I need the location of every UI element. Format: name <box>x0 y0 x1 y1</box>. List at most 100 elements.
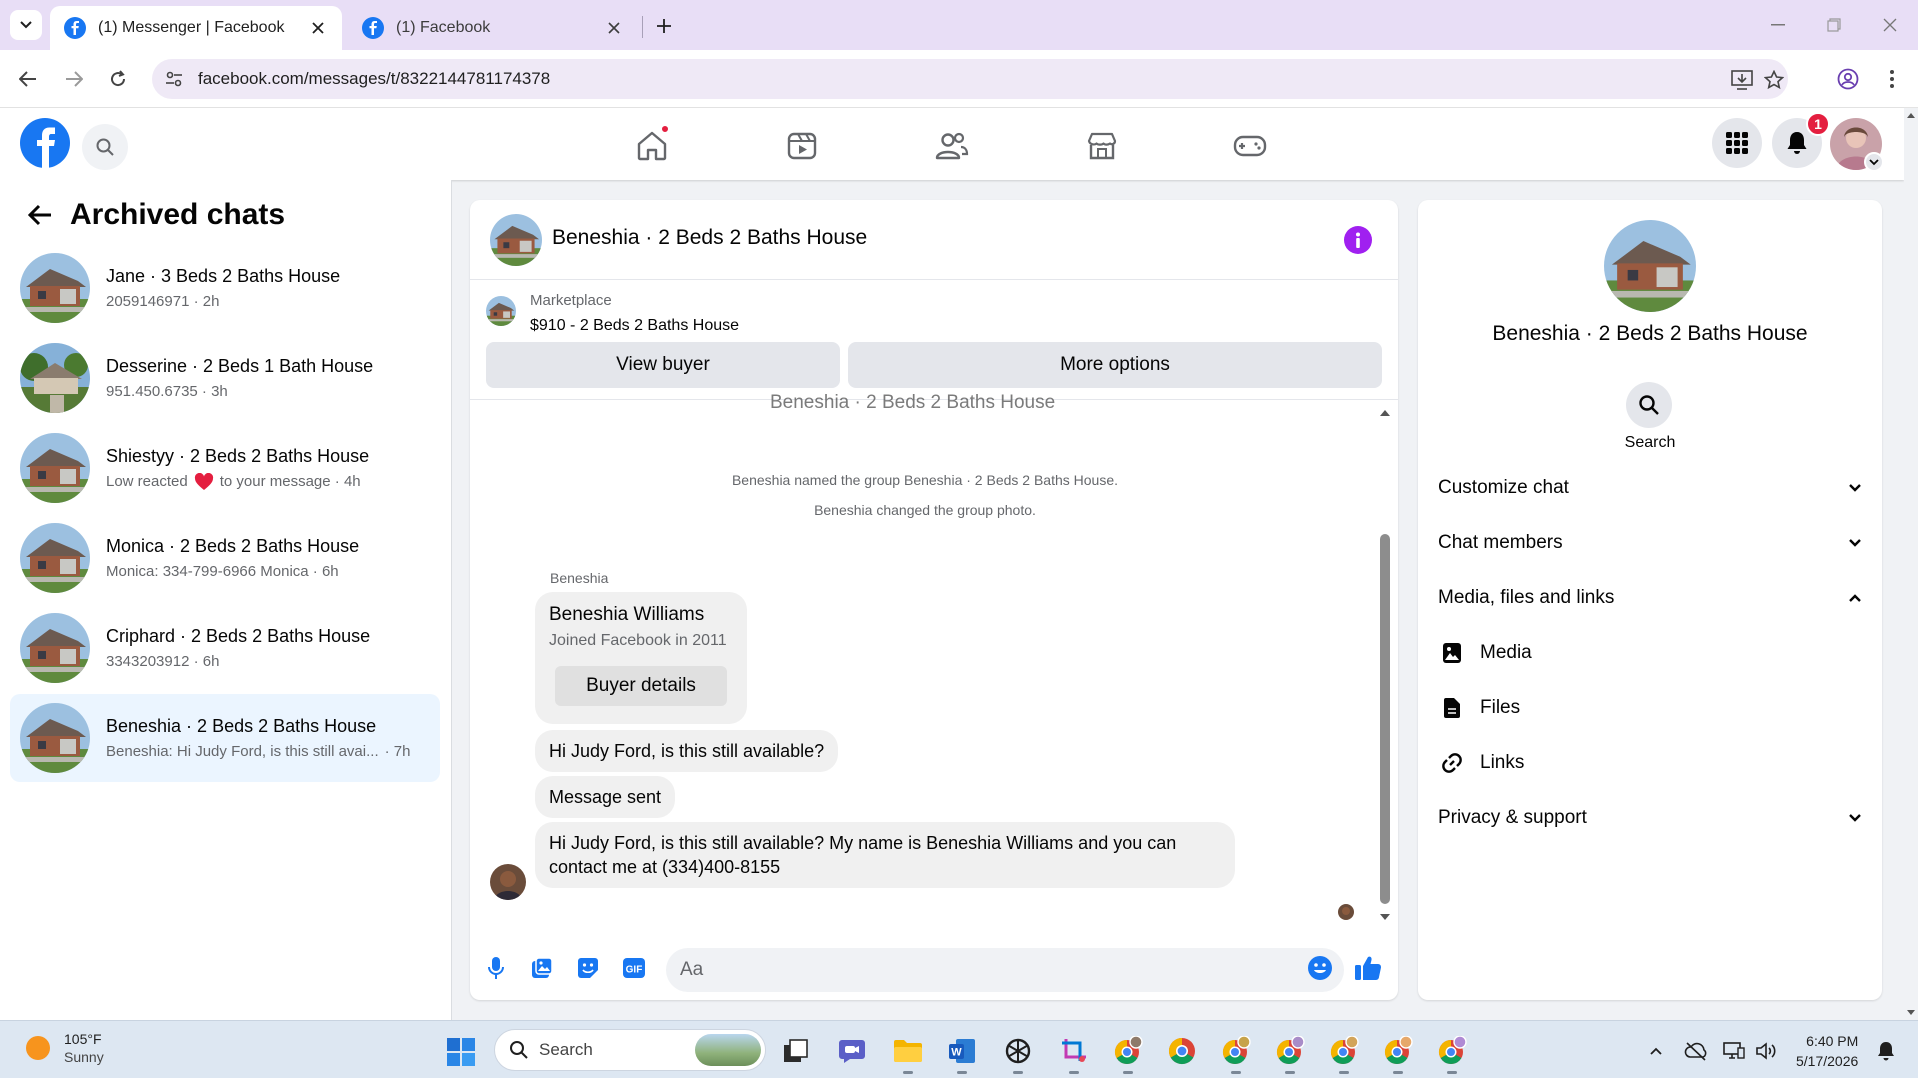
chevron-up-icon <box>1849 594 1861 602</box>
chrome-profile-icon[interactable] <box>1328 1035 1360 1067</box>
restore-button[interactable] <box>1814 10 1854 40</box>
account-chevron-icon[interactable] <box>1864 152 1884 172</box>
privacy-support-section[interactable]: Privacy & support <box>1438 798 1862 838</box>
reload-button[interactable] <box>104 65 132 93</box>
chat-members-section[interactable]: Chat members <box>1438 523 1862 563</box>
notification-center-icon[interactable] <box>1874 1039 1898 1063</box>
sidebar-title: Archived chats <box>70 198 286 231</box>
menu-button[interactable] <box>1712 118 1762 168</box>
close-window-button[interactable] <box>1870 10 1910 40</box>
chat-item[interactable]: Jane · 3 Beds 2 Baths House 2059146971 ·… <box>10 244 440 332</box>
running-indicator <box>1123 1071 1133 1074</box>
chat-item[interactable]: Monica · 2 Beds 2 Baths House Monica: 33… <box>10 514 440 602</box>
tab-close-icon[interactable] <box>604 18 624 38</box>
browser-menu-icon[interactable] <box>1878 65 1906 93</box>
facebook-search-button[interactable] <box>82 124 128 170</box>
chrome-profile-icon[interactable] <box>1274 1035 1306 1067</box>
site-settings-icon[interactable] <box>164 69 184 89</box>
media-files-links-section[interactable]: Media, files and links <box>1438 578 1862 618</box>
address-bar[interactable]: facebook.com/messages/t/8322144781174378 <box>152 59 1788 99</box>
conversation-info-button[interactable] <box>1344 226 1372 254</box>
nav-marketplace[interactable] <box>1082 126 1122 166</box>
facebook-logo-icon[interactable] <box>20 118 70 168</box>
taskbar-search[interactable]: Search <box>494 1029 766 1071</box>
chat-preview: Low reacted to your message · 4h <box>106 472 440 491</box>
bookmark-star-icon[interactable] <box>1762 68 1786 92</box>
teams-chat-icon[interactable] <box>836 1035 868 1067</box>
tab-separator <box>642 16 643 38</box>
tab-search-dropdown[interactable] <box>10 10 42 40</box>
chat-item[interactable]: Criphard · 2 Beds 2 Baths House 33432039… <box>10 604 440 692</box>
running-indicator <box>1339 1071 1349 1074</box>
browser-profile-icon[interactable] <box>1834 65 1862 93</box>
install-app-icon[interactable] <box>1730 68 1754 92</box>
chrome-icon[interactable] <box>1166 1035 1198 1067</box>
search-icon <box>96 138 114 156</box>
task-view-icon[interactable] <box>780 1035 812 1067</box>
gif-button[interactable]: GIF <box>620 954 648 982</box>
sender-avatar[interactable] <box>490 864 526 900</box>
buyer-details-button[interactable]: Buyer details <box>555 666 727 706</box>
media-item[interactable]: Media <box>1438 633 1862 673</box>
tab-facebook[interactable]: (1) Facebook <box>348 6 638 50</box>
running-indicator <box>903 1071 913 1074</box>
tab-close-icon[interactable] <box>308 18 328 38</box>
chrome-profile-icon[interactable] <box>1382 1035 1414 1067</box>
like-button[interactable] <box>1354 954 1382 982</box>
weather-widget[interactable]: 105°F Sunny <box>26 1031 104 1065</box>
sender-name: Beneshia <box>550 570 609 586</box>
sidebar-back-button[interactable] <box>22 197 58 233</box>
message-input[interactable] <box>666 948 1344 992</box>
word-icon[interactable]: W <box>946 1035 978 1067</box>
message-bubble: Message sent <box>535 776 676 818</box>
network-icon[interactable] <box>1722 1039 1746 1063</box>
customize-chat-section[interactable]: Customize chat <box>1438 468 1862 508</box>
forward-button[interactable] <box>60 65 88 93</box>
files-item[interactable]: Files <box>1438 688 1862 728</box>
show-hidden-icons[interactable] <box>1644 1039 1668 1063</box>
plus-icon <box>657 19 671 33</box>
browser-toolbar: facebook.com/messages/t/8322144781174378 <box>0 50 1918 108</box>
attach-photo-button[interactable] <box>528 954 556 982</box>
marketplace-listing: Marketplace $910 - 2 Beds 2 Baths House … <box>470 280 1398 400</box>
files-label: Files <box>1480 697 1521 718</box>
nav-video[interactable] <box>782 126 822 166</box>
page-scrollbar[interactable] <box>1904 108 1918 1020</box>
start-button[interactable] <box>446 1037 476 1067</box>
file-explorer-icon[interactable] <box>892 1035 924 1067</box>
gif-icon: GIF <box>623 958 645 978</box>
chatgpt-icon[interactable] <box>1002 1035 1034 1067</box>
nav-friends[interactable] <box>932 126 972 166</box>
chat-item-selected[interactable]: Beneshia · 2 Beds 2 Baths House Beneshia… <box>10 694 440 782</box>
temperature: 105°F <box>64 1031 102 1047</box>
chrome-profile-icon[interactable] <box>1220 1035 1252 1067</box>
conversation-avatar[interactable] <box>490 214 542 266</box>
emoji-button[interactable] <box>1306 954 1334 982</box>
chat-item[interactable]: Desserine · 2 Beds 1 Bath House 951.450.… <box>10 334 440 422</box>
more-options-button[interactable]: More options <box>848 342 1382 388</box>
volume-icon[interactable] <box>1754 1039 1778 1063</box>
chrome-profile-icon[interactable] <box>1112 1035 1144 1067</box>
chrome-profile-icon[interactable] <box>1436 1035 1468 1067</box>
links-item[interactable]: Links <box>1438 743 1862 783</box>
conversation-title[interactable]: Beneshia · 2 Beds 2 Baths House <box>552 226 867 250</box>
listing-title[interactable]: $910 - 2 Beds 2 Baths House <box>530 317 739 335</box>
new-tab-button[interactable] <box>650 12 678 40</box>
snipping-tool-icon[interactable] <box>1058 1035 1090 1067</box>
search-in-conversation-button[interactable] <box>1626 382 1672 428</box>
chat-preview: 951.450.6735 · 3h <box>106 383 228 400</box>
minimize-button[interactable] <box>1758 10 1798 40</box>
nav-gaming[interactable] <box>1230 126 1270 166</box>
tab-messenger[interactable]: (1) Messenger | Facebook <box>50 6 342 50</box>
sticker-button[interactable] <box>574 954 602 982</box>
back-button[interactable] <box>14 65 42 93</box>
message-scrollbar-thumb[interactable] <box>1380 534 1390 904</box>
view-buyer-button[interactable]: View buyer <box>486 342 840 388</box>
onedrive-offline-icon[interactable] <box>1684 1039 1708 1063</box>
arrow-right-icon <box>66 71 83 87</box>
voice-clip-button[interactable] <box>482 954 510 982</box>
group-photo[interactable] <box>1604 220 1696 312</box>
chat-item[interactable]: Shiestyy · 2 Beds 2 Baths House Low reac… <box>10 424 440 512</box>
running-indicator <box>1285 1071 1295 1074</box>
system-clock[interactable]: 6:40 PM 5/17/2026 <box>1796 1031 1858 1071</box>
